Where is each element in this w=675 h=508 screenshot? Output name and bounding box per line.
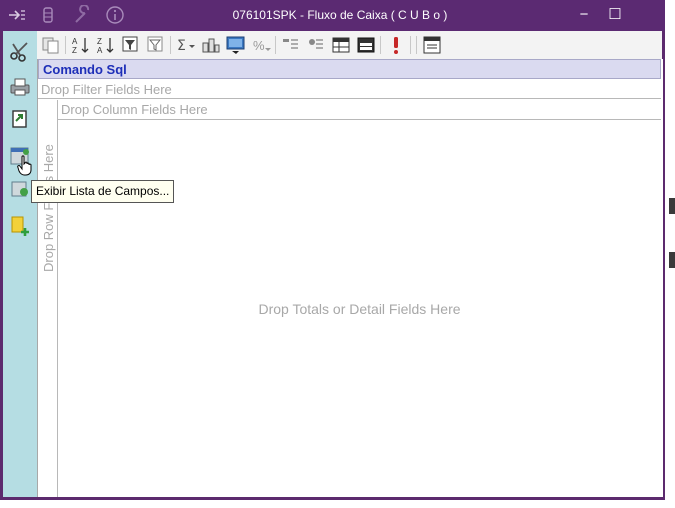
grid-icon[interactable] bbox=[330, 34, 352, 56]
svg-text:A: A bbox=[72, 37, 78, 46]
svg-text:Z: Z bbox=[72, 46, 77, 55]
chart-icon[interactable] bbox=[200, 34, 222, 56]
sum-icon[interactable]: Σ bbox=[175, 34, 197, 56]
collapse-icon[interactable] bbox=[305, 34, 327, 56]
add-icon[interactable] bbox=[8, 214, 32, 238]
row-drop-zone[interactable]: Drop Row Fields Here bbox=[38, 120, 58, 497]
refresh-icon[interactable] bbox=[8, 177, 32, 201]
percent-icon[interactable]: % bbox=[250, 34, 272, 56]
grid-dark-icon[interactable] bbox=[355, 34, 377, 56]
minimize-button[interactable]: − bbox=[569, 4, 599, 26]
toolbar-separator bbox=[416, 36, 417, 54]
filter-clear-icon[interactable] bbox=[145, 34, 167, 56]
pin-arrow-icon[interactable] bbox=[6, 5, 28, 25]
export-doc-icon[interactable] bbox=[421, 34, 443, 56]
filter-drop-zone[interactable]: Drop Filter Fields Here bbox=[38, 80, 661, 99]
app-window: 076101SPK - Fluxo de Caixa ( C U B o ) −… bbox=[0, 0, 665, 500]
window-title: 076101SPK - Fluxo de Caixa ( C U B o ) bbox=[232, 8, 448, 22]
background-edge bbox=[669, 252, 675, 268]
svg-text:Σ: Σ bbox=[177, 38, 186, 54]
svg-text:Z: Z bbox=[97, 37, 102, 46]
row-drop-label: Drop Row Fields Here bbox=[41, 144, 56, 272]
pivot-grid: Comando Sql Drop Filter Fields Here Drop… bbox=[37, 59, 663, 497]
toolbar-separator bbox=[380, 36, 381, 54]
totals-drop-label: Drop Totals or Detail Fields Here bbox=[258, 300, 461, 317]
filter-icon[interactable] bbox=[120, 34, 142, 56]
wrench-icon[interactable] bbox=[72, 4, 94, 25]
settings-icon[interactable] bbox=[38, 5, 58, 25]
toolbar-separator bbox=[170, 36, 171, 54]
toolbar-separator bbox=[275, 36, 276, 54]
svg-text:%: % bbox=[253, 38, 265, 53]
export-icon[interactable] bbox=[8, 107, 32, 131]
copy-icon[interactable] bbox=[40, 34, 62, 56]
pivot-toolbar: AZ ZA Σ % bbox=[37, 31, 662, 60]
command-sql-header: Comando Sql bbox=[38, 59, 661, 79]
hand-cursor-icon bbox=[17, 155, 33, 177]
svg-text:A: A bbox=[97, 46, 103, 55]
background-edge bbox=[669, 198, 675, 214]
titlebar: 076101SPK - Fluxo de Caixa ( C U B o ) −… bbox=[0, 0, 665, 31]
sort-desc-icon[interactable]: ZA bbox=[95, 34, 117, 56]
print-icon[interactable] bbox=[8, 75, 32, 99]
alert-icon[interactable] bbox=[385, 34, 407, 56]
toolbar-separator bbox=[410, 36, 411, 54]
display-icon[interactable] bbox=[225, 34, 247, 56]
left-toolbar bbox=[3, 31, 37, 497]
scissors-icon[interactable] bbox=[8, 39, 32, 63]
totals-drop-zone[interactable]: Drop Totals or Detail Fields Here bbox=[58, 120, 661, 497]
sort-asc-icon[interactable]: AZ bbox=[70, 34, 92, 56]
tooltip: Exibir Lista de Campos... bbox=[31, 180, 175, 203]
client-area: AZ ZA Σ % Comando Sql Drop Filter Fields… bbox=[3, 31, 663, 497]
info-icon[interactable] bbox=[104, 5, 126, 25]
column-drop-zone[interactable]: Drop Column Fields Here bbox=[57, 100, 661, 120]
toolbar-separator bbox=[65, 36, 66, 54]
maximize-button[interactable]: ☐ bbox=[600, 4, 630, 26]
expand-icon[interactable] bbox=[280, 34, 302, 56]
